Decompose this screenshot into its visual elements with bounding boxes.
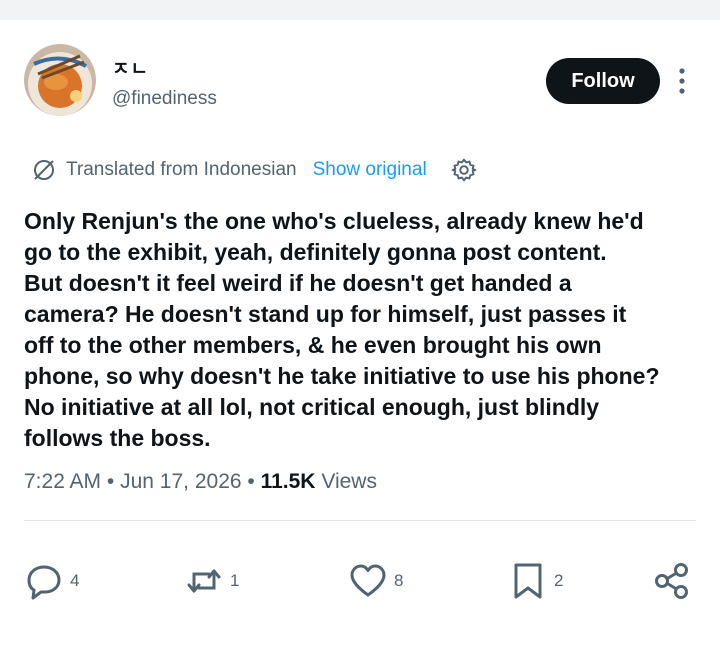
show-original-link[interactable]: Show original (313, 159, 427, 181)
more-icon[interactable] (672, 66, 692, 96)
views-count: 11.5K (260, 470, 316, 493)
status-strip (0, 0, 720, 20)
like-count: 8 (394, 571, 404, 590)
meta-separator: • (247, 470, 255, 493)
follow-button[interactable]: Follow (546, 58, 660, 104)
meta-separator: • (106, 470, 115, 493)
reply-count: 4 (70, 571, 80, 590)
gear-icon[interactable] (451, 157, 477, 183)
bookmark-count: 2 (554, 571, 564, 590)
translated-label: Translated from Indonesian (66, 159, 297, 180)
globe-slash-icon (34, 160, 54, 180)
display-name[interactable]: ㅈㄴ (112, 54, 149, 81)
post-text: Only Renjun's the one who's clueless, al… (24, 208, 660, 451)
translation-bar: Translated from Indonesian Show original (32, 156, 477, 184)
reply-icon (27, 565, 61, 600)
bookmark-icon (514, 563, 542, 599)
post-header: ㅈㄴ @finediness Follow (0, 40, 720, 120)
post-meta: 7:22 AM • Jun 17, 2026 • 11.5K Views (24, 470, 377, 494)
divider (24, 520, 696, 521)
bookmark-button[interactable]: 2 (508, 560, 563, 602)
like-icon (350, 564, 386, 597)
post-time[interactable]: 7:22 AM (24, 470, 101, 493)
reply-button[interactable]: 4 (24, 560, 79, 602)
repost-icon (187, 569, 221, 593)
post-date[interactable]: Jun 17, 2026 (120, 470, 241, 493)
share-icon (655, 563, 688, 599)
views-label: Views (321, 470, 377, 493)
repost-button[interactable]: 1 (184, 560, 239, 602)
share-button[interactable] (652, 560, 692, 602)
avatar[interactable] (24, 44, 96, 116)
user-handle[interactable]: @finediness (112, 88, 217, 110)
like-button[interactable]: 8 (348, 560, 403, 602)
repost-count: 1 (230, 571, 240, 590)
